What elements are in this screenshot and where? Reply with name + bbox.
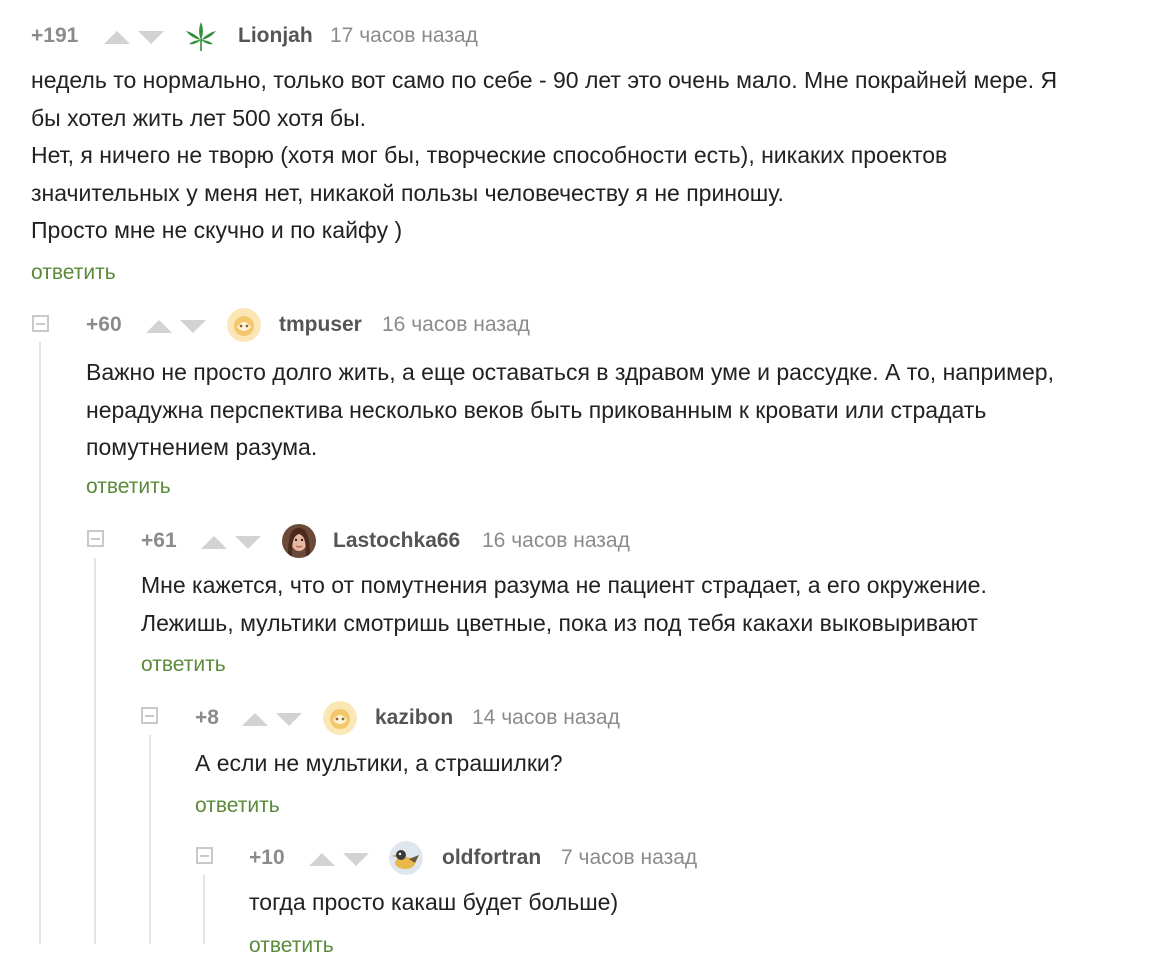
reply-link[interactable]: ответить [31, 261, 116, 285]
upvote-arrow-icon[interactable] [242, 713, 268, 726]
comment-text-line: Лежишь, мультики смотришь цветные, пока … [141, 609, 978, 636]
default-avatar-icon[interactable] [323, 701, 357, 735]
comment-body: А если не мультики, а страшилки? [195, 745, 563, 783]
reply-link[interactable]: ответить [141, 653, 226, 677]
downvote-arrow-icon[interactable] [138, 31, 164, 44]
comment-rating: +8 [195, 706, 219, 729]
comment-body: Важно не просто долго жить, а еще остава… [86, 354, 1054, 467]
comment-timestamp: 7 часов назад [561, 846, 698, 869]
comment-rating: +10 [249, 846, 285, 869]
comment-text-line: Нет, я ничего не творю (хотя мог бы, тво… [31, 142, 948, 168]
comment-rating: +61 [141, 529, 177, 552]
reply-link[interactable]: ответить [249, 934, 334, 958]
thread-line [94, 558, 96, 944]
comment-text-line: Мне кажется, что от помутнения разума не… [141, 572, 987, 598]
username[interactable]: oldfortran [442, 846, 541, 870]
comment-text-line: А если не мультики, а страшилки? [195, 750, 563, 776]
comment-timestamp: 16 часов назад [382, 313, 530, 336]
reply-link[interactable]: ответить [86, 475, 171, 499]
username[interactable]: Lionjah [238, 24, 313, 48]
upvote-arrow-icon[interactable] [146, 320, 172, 333]
downvote-arrow-icon[interactable] [343, 853, 369, 866]
user-photo-avatar-icon[interactable] [282, 524, 316, 558]
comment-body: тогда просто какаш будет больше) [249, 884, 618, 922]
upvote-arrow-icon[interactable] [309, 853, 335, 866]
comment-rating: +60 [86, 313, 122, 336]
comment-text-line: нерадужна перспектива несколько веков бы… [86, 396, 987, 423]
username[interactable]: Lastochka66 [333, 529, 460, 553]
collapse-thread-icon[interactable] [32, 315, 49, 332]
thread-line [39, 342, 41, 944]
collapse-thread-icon[interactable] [141, 707, 158, 724]
bird-avatar-icon[interactable] [389, 841, 423, 875]
downvote-arrow-icon[interactable] [180, 320, 206, 333]
thread-line [149, 735, 151, 944]
username[interactable]: kazibon [375, 706, 453, 730]
collapse-thread-icon[interactable] [196, 847, 213, 864]
thread-line [203, 875, 205, 944]
comment-body: Мне кажется, что от помутнения разума не… [141, 567, 987, 642]
comment-text-line: помутнением разума. [86, 434, 318, 460]
comment-text-line: недель то нормально, только вот само по … [31, 67, 1058, 93]
comment-body: недель то нормально, только вот само по … [31, 62, 1057, 250]
comment-timestamp: 16 часов назад [482, 529, 630, 552]
comment-text-line: бы хотел жить лет 500 хотя бы. [31, 104, 367, 131]
comment-text-line: Просто мне не скучно и по кайфу ) [31, 217, 403, 243]
comment-text-line: значительных у меня нет, никакой пользы … [31, 179, 784, 206]
upvote-arrow-icon[interactable] [104, 31, 130, 44]
upvote-arrow-icon[interactable] [201, 536, 227, 549]
downvote-arrow-icon[interactable] [276, 713, 302, 726]
collapse-thread-icon[interactable] [87, 530, 104, 547]
downvote-arrow-icon[interactable] [235, 536, 261, 549]
default-avatar-icon[interactable] [227, 308, 261, 342]
comment-rating: +191 [31, 24, 79, 47]
username[interactable]: tmpuser [279, 313, 362, 337]
comment-timestamp: 17 часов назад [330, 24, 478, 47]
reply-link[interactable]: ответить [195, 794, 280, 818]
comment-text-line: Важно не просто долго жить, а еще остава… [86, 359, 1054, 385]
comment-text-line: тогда просто какаш будет больше) [249, 889, 619, 915]
comment-timestamp: 14 часов назад [472, 706, 620, 729]
cannabis-leaf-icon[interactable] [184, 19, 218, 53]
